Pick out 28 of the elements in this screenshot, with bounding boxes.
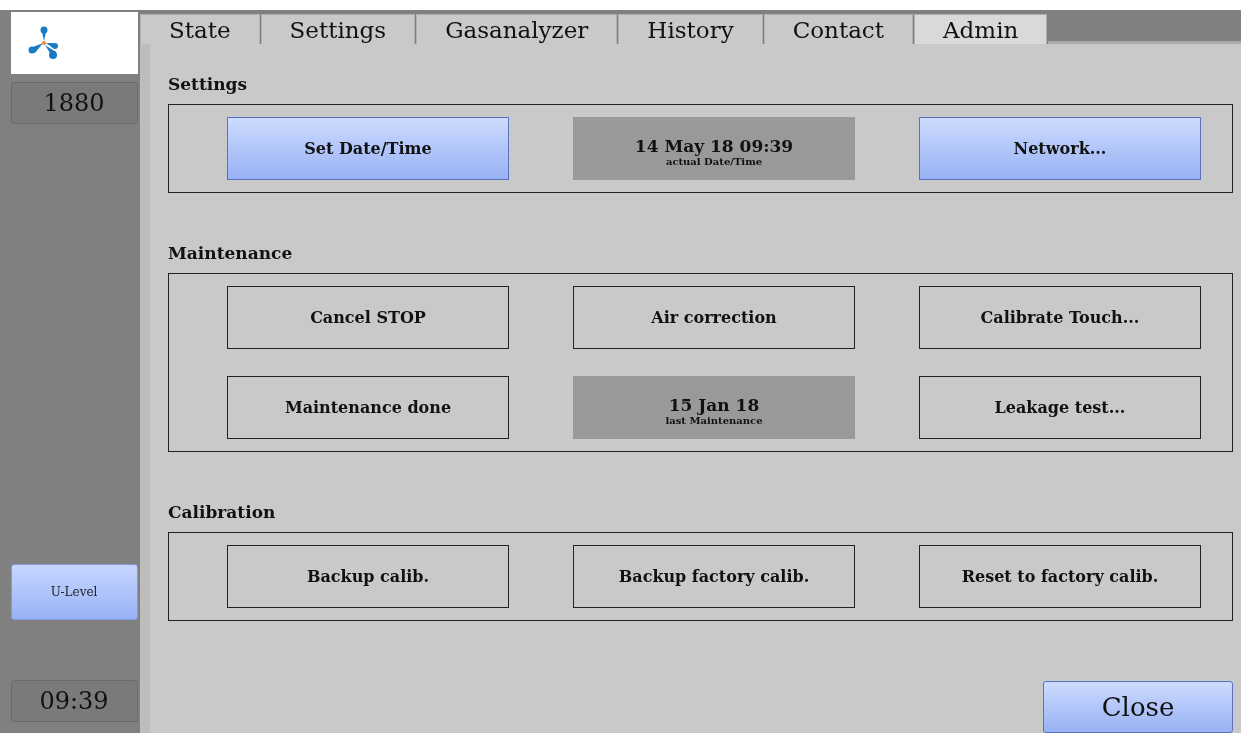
info-value: 15 Jan 18 [668,395,760,415]
info-caption: last Maintenance [665,415,763,426]
action-button[interactable]: Cancel STOP [227,286,509,349]
section-title: Maintenance [168,243,294,263]
tab[interactable]: State [140,14,260,44]
action-button[interactable]: Air correction [573,286,855,349]
action-button[interactable]: Backup calib. [227,545,509,608]
action-button[interactable]: Reset to factory calib. [919,545,1201,608]
info-caption: actual Date/Time [665,156,763,167]
clock-display: 09:39 [10,680,138,722]
close-button[interactable]: Close [1043,681,1233,733]
action-button[interactable]: Leakage test... [919,376,1201,439]
section-title: Calibration [168,502,277,522]
tab[interactable]: Settings [260,14,416,44]
tab[interactable]: Gasanalyzer [416,14,618,44]
action-button[interactable]: Backup factory calib. [573,545,855,608]
info-value: 14 May 18 09:39 [634,136,794,156]
tab[interactable]: Admin [914,14,1048,44]
action-button[interactable]: Set Date/Time [227,117,509,180]
tab[interactable]: History [618,14,763,44]
tab[interactable]: Contact [763,14,913,44]
action-button[interactable]: Maintenance done [227,376,509,439]
counter-display: 1880 [10,82,138,124]
action-button[interactable]: Calibrate Touch... [919,286,1201,349]
section-title: Settings [168,74,249,94]
action-button[interactable]: Network... [919,117,1201,180]
logo-icon [27,26,61,60]
u-level-button[interactable]: U-Level [10,564,138,620]
